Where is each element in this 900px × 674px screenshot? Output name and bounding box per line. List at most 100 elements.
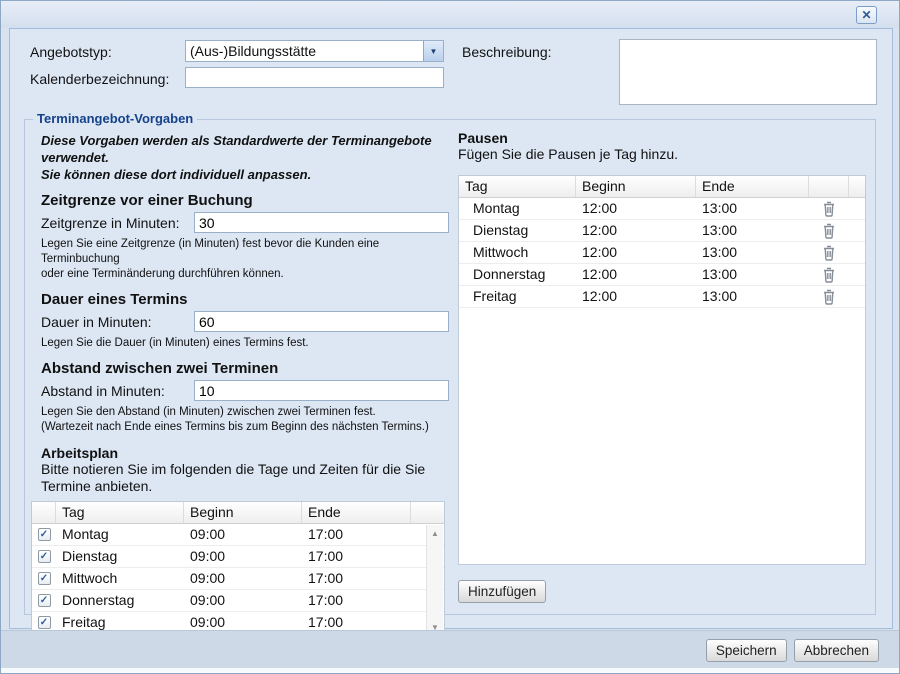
header-beginn[interactable]: Beginn: [576, 176, 696, 197]
delete-row-button[interactable]: [809, 198, 849, 219]
scroll-up-icon[interactable]: ▲: [427, 529, 443, 539]
cell-tag: Freitag: [459, 286, 576, 307]
cell-beginn: 09:00: [184, 546, 302, 567]
intro-text-line2: Sie können diese dort individuell anpass…: [41, 166, 449, 183]
header-ende[interactable]: Ende: [302, 502, 411, 523]
delete-row-button[interactable]: [809, 264, 849, 285]
kalenderbezeichnung-label: Kalenderbezeichnung:: [30, 71, 169, 87]
cell-ende: 17:00: [302, 546, 444, 567]
cell-ende: 13:00: [696, 220, 809, 241]
abstand-heading: Abstand zwischen zwei Terminen: [41, 360, 449, 377]
dialog-bottom-edge: [1, 668, 899, 673]
beschreibung-textarea[interactable]: [619, 39, 877, 105]
table-row[interactable]: Mittwoch 12:00 13:00: [459, 242, 865, 264]
angebotstyp-selected-value: (Aus-)Bildungsstätte: [186, 41, 423, 61]
cell-ende: 13:00: [696, 198, 809, 219]
cell-tag: Montag: [459, 198, 576, 219]
day-checkbox[interactable]: ✓: [38, 594, 51, 607]
fieldset-legend: Terminangebot-Vorgaben: [33, 111, 197, 126]
trash-icon: [822, 267, 836, 283]
abstand-help-2: (Wartezeit nach Ende eines Termins bis z…: [41, 420, 449, 435]
cell-tag: Montag: [56, 524, 184, 545]
cell-beginn: 12:00: [576, 264, 696, 285]
table-row[interactable]: ✓ Donnerstag 09:00 17:00: [32, 590, 444, 612]
header-tag[interactable]: Tag: [56, 502, 184, 523]
table-row[interactable]: Donnerstag 12:00 13:00: [459, 264, 865, 286]
cell-beginn: 12:00: [576, 198, 696, 219]
table-row[interactable]: ✓ Freitag 09:00 17:00: [32, 612, 444, 632]
trash-icon: [822, 289, 836, 305]
header-beginn[interactable]: Beginn: [184, 502, 302, 523]
pausen-column: Pausen Fügen Sie die Pausen je Tag hinzu…: [458, 130, 868, 603]
day-checkbox[interactable]: ✓: [38, 528, 51, 541]
defaults-column: Diese Vorgaben werden als Standardwerte …: [41, 132, 449, 632]
appointment-settings-dialog: ✕ Angebotstyp: (Aus-)Bildungsstätte ▼ Ka…: [0, 0, 900, 674]
arbeitsplan-heading: Arbeitsplan: [41, 445, 449, 461]
vertical-scrollbar[interactable]: ▲ ▼: [426, 525, 443, 630]
kalenderbezeichnung-input[interactable]: [185, 67, 444, 88]
zeitgrenze-label: Zeitgrenze in Minuten:: [41, 215, 194, 231]
day-checkbox[interactable]: ✓: [38, 572, 51, 585]
cell-ende: 17:00: [302, 590, 444, 611]
day-checkbox[interactable]: ✓: [38, 616, 51, 629]
delete-row-button[interactable]: [809, 220, 849, 241]
dialog-titlebar: [1, 1, 899, 28]
dauer-help: Legen Sie die Dauer (in Minuten) eines T…: [41, 336, 449, 351]
dauer-input[interactable]: [194, 311, 449, 332]
cancel-button[interactable]: Abbrechen: [794, 639, 879, 662]
header-spacer: [849, 176, 865, 197]
trash-icon: [822, 223, 836, 239]
cell-beginn: 12:00: [576, 220, 696, 241]
table-row[interactable]: ✓ Dienstag 09:00 17:00: [32, 546, 444, 568]
dialog-footer: Speichern Abbrechen: [1, 630, 899, 669]
cell-tag: Dienstag: [56, 546, 184, 567]
angebotstyp-label: Angebotstyp:: [30, 44, 112, 60]
arbeitsplan-table: Tag Beginn Ende ✓ Montag 09:00 17:00 ✓ D…: [31, 501, 445, 632]
angebotstyp-select[interactable]: (Aus-)Bildungsstätte ▼: [185, 40, 444, 62]
cell-beginn: 12:00: [576, 242, 696, 263]
zeitgrenze-input[interactable]: [194, 212, 449, 233]
beschreibung-label: Beschreibung:: [462, 44, 552, 60]
table-row[interactable]: ✓ Montag 09:00 17:00: [32, 524, 444, 546]
cell-beginn: 09:00: [184, 612, 302, 632]
pausen-table: Tag Beginn Ende Montag 12:00 13:00 Diens…: [458, 175, 866, 565]
header-tag[interactable]: Tag: [459, 176, 576, 197]
cell-tag: Dienstag: [459, 220, 576, 241]
cell-beginn: 12:00: [576, 286, 696, 307]
day-checkbox[interactable]: ✓: [38, 550, 51, 563]
abstand-input[interactable]: [194, 380, 449, 401]
abstand-help-1: Legen Sie den Abstand (in Minuten) zwisc…: [41, 405, 449, 420]
arbeitsplan-table-header: Tag Beginn Ende: [32, 502, 444, 524]
cell-tag: Freitag: [56, 612, 184, 632]
arbeitsplan-desc: Bitte notieren Sie im folgenden die Tage…: [41, 461, 449, 495]
trash-icon: [822, 245, 836, 261]
cell-ende: 13:00: [696, 264, 809, 285]
scroll-down-icon[interactable]: ▼: [427, 623, 443, 630]
header-spacer: [411, 502, 444, 523]
cell-ende: 13:00: [696, 286, 809, 307]
close-icon[interactable]: ✕: [856, 6, 877, 24]
delete-row-button[interactable]: [809, 242, 849, 263]
table-row[interactable]: Montag 12:00 13:00: [459, 198, 865, 220]
cell-beginn: 09:00: [184, 590, 302, 611]
chevron-down-icon[interactable]: ▼: [423, 41, 443, 61]
header-ende[interactable]: Ende: [696, 176, 809, 197]
dauer-label: Dauer in Minuten:: [41, 314, 194, 330]
cell-ende: 17:00: [302, 568, 444, 589]
save-button[interactable]: Speichern: [706, 639, 787, 662]
table-row[interactable]: Freitag 12:00 13:00: [459, 286, 865, 308]
cell-beginn: 09:00: [184, 524, 302, 545]
zeitgrenze-help-1: Legen Sie eine Zeitgrenze (in Minuten) f…: [41, 237, 449, 267]
pausen-desc: Fügen Sie die Pausen je Tag hinzu.: [458, 146, 868, 163]
zeitgrenze-help-2: oder eine Terminänderung durchführen kön…: [41, 267, 449, 282]
dialog-body: Angebotstyp: (Aus-)Bildungsstätte ▼ Kale…: [9, 28, 893, 629]
table-row[interactable]: Dienstag 12:00 13:00: [459, 220, 865, 242]
zeitgrenze-heading: Zeitgrenze vor einer Buchung: [41, 192, 449, 209]
delete-row-button[interactable]: [809, 286, 849, 307]
cell-tag: Mittwoch: [459, 242, 576, 263]
add-pause-button[interactable]: Hinzufügen: [458, 580, 546, 603]
header-delete-column: [809, 176, 849, 197]
cell-ende: 17:00: [302, 612, 444, 632]
table-row[interactable]: ✓ Mittwoch 09:00 17:00: [32, 568, 444, 590]
abstand-label: Abstand in Minuten:: [41, 383, 194, 399]
